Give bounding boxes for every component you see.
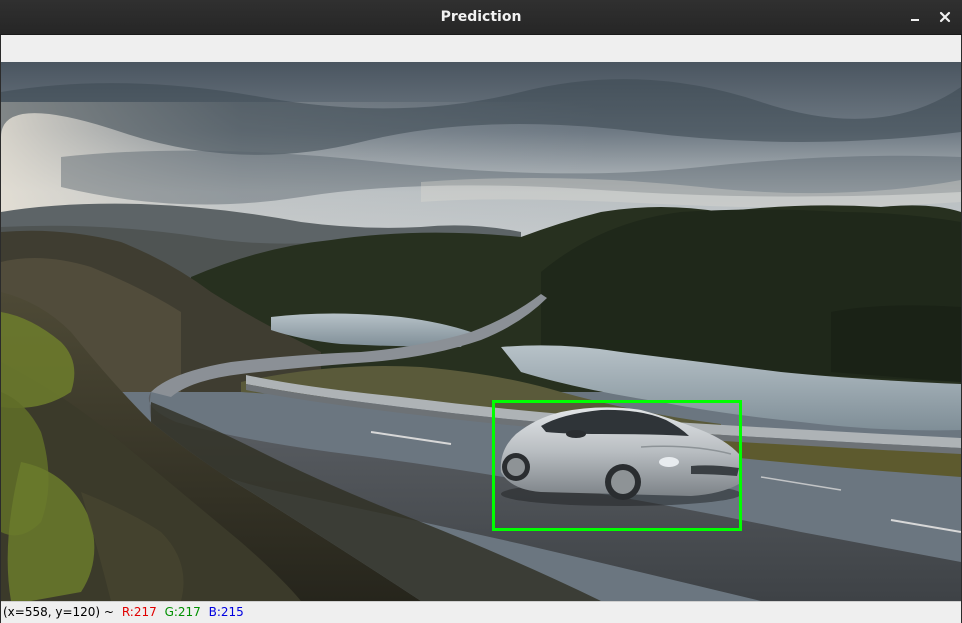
landscape-photo [1,62,961,601]
minimize-button[interactable] [905,7,925,27]
pixel-blue-value: B:215 [208,605,244,619]
close-icon [939,11,951,23]
status-bar: (x=558, y=120) ~ R:217 G:217 B:215 [1,601,961,623]
image-canvas[interactable] [1,62,961,601]
minimize-icon [911,19,919,21]
pixel-red-value: R:217 [121,605,157,619]
window-title: Prediction [440,9,522,25]
toolbar [1,35,961,63]
title-bar[interactable]: Prediction [0,0,962,35]
pixel-green-value: G:217 [164,605,201,619]
cursor-coordinates: (x=558, y=120) ~ [3,605,114,619]
app-window: Prediction (x=558, y=120) ~ R:217 G:217 … [0,0,962,623]
close-button[interactable] [935,7,955,27]
detection-bounding-box [492,400,742,531]
